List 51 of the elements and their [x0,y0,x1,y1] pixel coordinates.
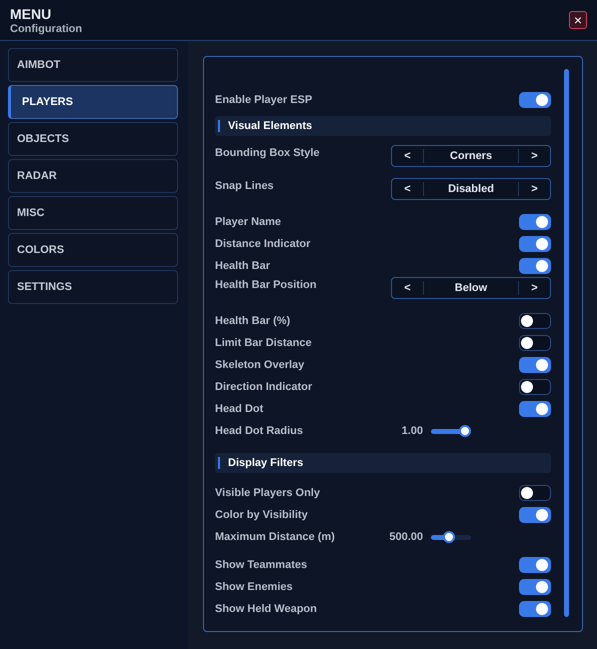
sidebar-tab[interactable]: SETTINGS [8,270,178,304]
toggle-switch[interactable] [519,507,551,523]
setting-label: Direction Indicator [215,380,312,395]
setting-label: Health Bar [215,258,270,274]
section-header: Visual Elements [215,116,551,136]
section-header: Display Filters [215,453,551,473]
setting-label: Maximum Distance (m) [215,530,336,545]
toggle-switch[interactable] [519,236,551,252]
setting-label: Color by Visibility [215,508,308,523]
menu-subtitle: Configuration [10,22,82,36]
toggle-switch[interactable] [519,92,551,108]
toggle-switch[interactable] [519,485,551,501]
setting-label: Limit Bar Distance [215,336,312,351]
toggle-switch[interactable] [519,335,551,351]
scrollbar[interactable] [564,69,569,617]
sidebar-tab[interactable]: MISC [8,196,178,230]
toggle-switch[interactable] [519,601,551,617]
toggle-switch[interactable] [519,379,551,395]
setting-label: Visible Players Only [215,486,320,501]
sidebar-tab[interactable]: OBJECTS [8,122,178,156]
menu-title: MENU [10,6,52,22]
toggle-switch[interactable] [519,258,551,274]
setting-label: Bounding Box Style [215,146,320,161]
toggle-switch[interactable] [519,579,551,595]
sidebar-tab[interactable]: RADAR [8,159,178,193]
close-button[interactable]: × [569,11,587,29]
slider-value: 1.00 [400,424,423,439]
setting-label: Health Bar (%) [215,314,290,329]
sidebar-tab[interactable]: PLAYERS [8,85,178,119]
setting-label: Head Dot Radius [215,424,304,439]
sidebar-tab[interactable]: AIMBOT [8,48,178,82]
setting-label: Health Bar Position [215,278,316,293]
setting-label: Snap Lines [215,179,274,194]
toggle-switch[interactable] [519,557,551,573]
toggle-switch[interactable] [519,401,551,417]
slider-value: 500.00 [388,530,423,545]
setting-label: Show Teammates [215,558,308,573]
setting-label: Enable Player ESP [215,92,312,108]
sidebar-tab[interactable]: COLORS [8,233,178,267]
setting-label: Distance Indicator [215,236,310,252]
option-selector[interactable]: < Corners > [391,145,551,167]
setting-label: Player Name [215,214,282,230]
setting-label: Skeleton Overlay [215,358,304,373]
option-selector[interactable]: < Below > [391,277,551,299]
option-selector[interactable]: < Disabled > [391,178,551,200]
setting-label: Show Enemies [215,580,293,595]
setting-label: Head Dot [215,402,264,417]
toggle-switch[interactable] [519,214,551,230]
toggle-switch[interactable] [519,357,551,373]
setting-label: Show Held Weapon [215,602,317,617]
toggle-switch[interactable] [519,313,551,329]
